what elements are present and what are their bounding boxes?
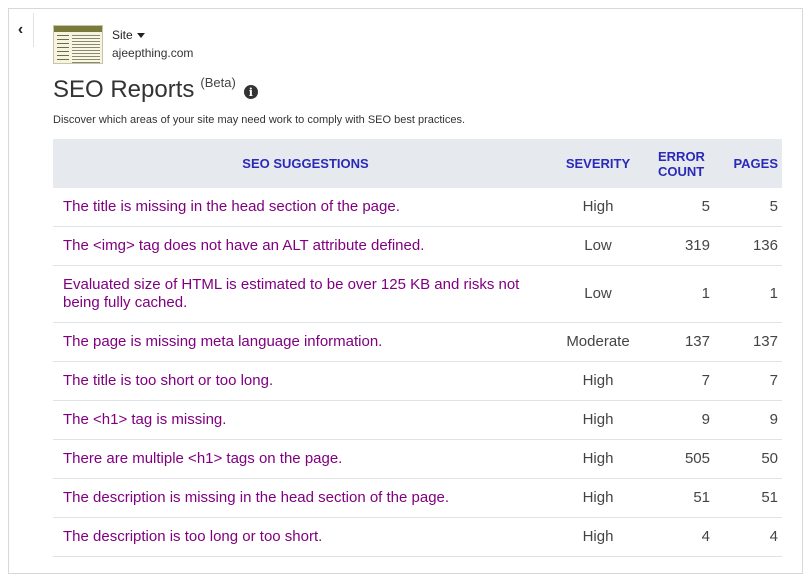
suggestion-link[interactable]: The page is missing meta language inform… [53, 322, 558, 362]
severity-value: High [558, 517, 638, 557]
suggestion-link[interactable]: The description is too long or too short… [53, 517, 558, 557]
suggestion-link[interactable]: The description is missing in the head s… [53, 478, 558, 518]
site-selector: Site ajeepthing.com [53, 25, 193, 64]
pages-value: 5 [722, 188, 782, 227]
severity-value: High [558, 478, 638, 518]
pages-value: 137 [722, 322, 782, 362]
severity-value: Low [558, 226, 638, 266]
pages-value: 4 [722, 517, 782, 557]
table-row[interactable]: There are multiple <h1> tags on the page… [53, 439, 782, 479]
table-row[interactable]: The <img> tag does not have an ALT attri… [53, 226, 782, 266]
beta-badge: (Beta) [200, 75, 236, 90]
site-domain: ajeepthing.com [112, 46, 194, 60]
table-row[interactable]: The <h1> tag is missing. High 9 9 [53, 400, 782, 440]
table-row[interactable]: The title is too short or too long. High… [53, 361, 782, 401]
pages-value: 9 [722, 400, 782, 440]
page-header: SEO Reports (Beta) i [53, 74, 258, 106]
error-count-value: 137 [638, 322, 722, 362]
table-row[interactable]: The title is missing in the head section… [53, 188, 782, 227]
pages-value: 7 [722, 361, 782, 401]
error-count-value: 319 [638, 226, 722, 266]
chevron-left-icon: ‹ [17, 21, 24, 38]
pages-value: 136 [722, 226, 782, 266]
collapse-sidebar-button[interactable]: ‹ [8, 13, 34, 47]
severity-value: High [558, 188, 638, 227]
error-count-value: 4 [638, 517, 722, 557]
column-header-pages[interactable]: PAGES [722, 139, 782, 188]
table-header-row: SEO SUGGESTIONS SEVERITY ERROR COUNT PAGE… [53, 139, 782, 188]
info-icon[interactable]: i [243, 85, 258, 99]
error-count-value: 9 [638, 400, 722, 440]
severity-value: Low [558, 265, 638, 323]
error-count-value: 7 [638, 361, 722, 401]
suggestion-link[interactable]: Evaluated size of HTML is estimated to b… [53, 265, 558, 323]
severity-value: High [558, 361, 638, 401]
error-count-value: 1 [638, 265, 722, 323]
table-row[interactable]: Evaluated size of HTML is estimated to b… [53, 265, 782, 323]
pages-value: 51 [722, 478, 782, 518]
suggestion-link[interactable]: The title is missing in the head section… [53, 188, 558, 227]
error-count-value: 51 [638, 478, 722, 518]
site-thumbnail [53, 25, 103, 64]
column-header-severity[interactable]: SEVERITY [558, 139, 638, 188]
suggestion-link[interactable]: The <h1> tag is missing. [53, 400, 558, 440]
site-label: Site [112, 28, 133, 42]
suggestion-link[interactable]: The title is too short or too long. [53, 361, 558, 401]
pages-value: 50 [722, 439, 782, 479]
table-row[interactable]: The page is missing meta language inform… [53, 322, 782, 362]
caret-down-icon [136, 32, 145, 38]
page-title: SEO Reports [53, 76, 195, 103]
severity-value: High [558, 439, 638, 479]
error-count-value: 5 [638, 188, 722, 227]
site-dropdown[interactable]: Site [112, 28, 193, 42]
page-description: Discover which areas of your site may ne… [53, 114, 466, 126]
pages-value: 1 [722, 265, 782, 323]
severity-value: High [558, 400, 638, 440]
table-row[interactable]: The description is missing in the head s… [53, 478, 782, 518]
suggestion-link[interactable]: There are multiple <h1> tags on the page… [53, 439, 558, 479]
column-header-suggestions[interactable]: SEO SUGGESTIONS [53, 139, 558, 188]
error-count-value: 505 [638, 439, 722, 479]
table-row[interactable]: The description is too long or too short… [53, 517, 782, 557]
severity-value: Moderate [558, 322, 638, 362]
column-header-error-count[interactable]: ERROR COUNT [638, 139, 722, 188]
seo-suggestions-table: SEO SUGGESTIONS SEVERITY ERROR COUNT PAGE… [53, 139, 782, 557]
suggestion-link[interactable]: The <img> tag does not have an ALT attri… [53, 226, 558, 266]
